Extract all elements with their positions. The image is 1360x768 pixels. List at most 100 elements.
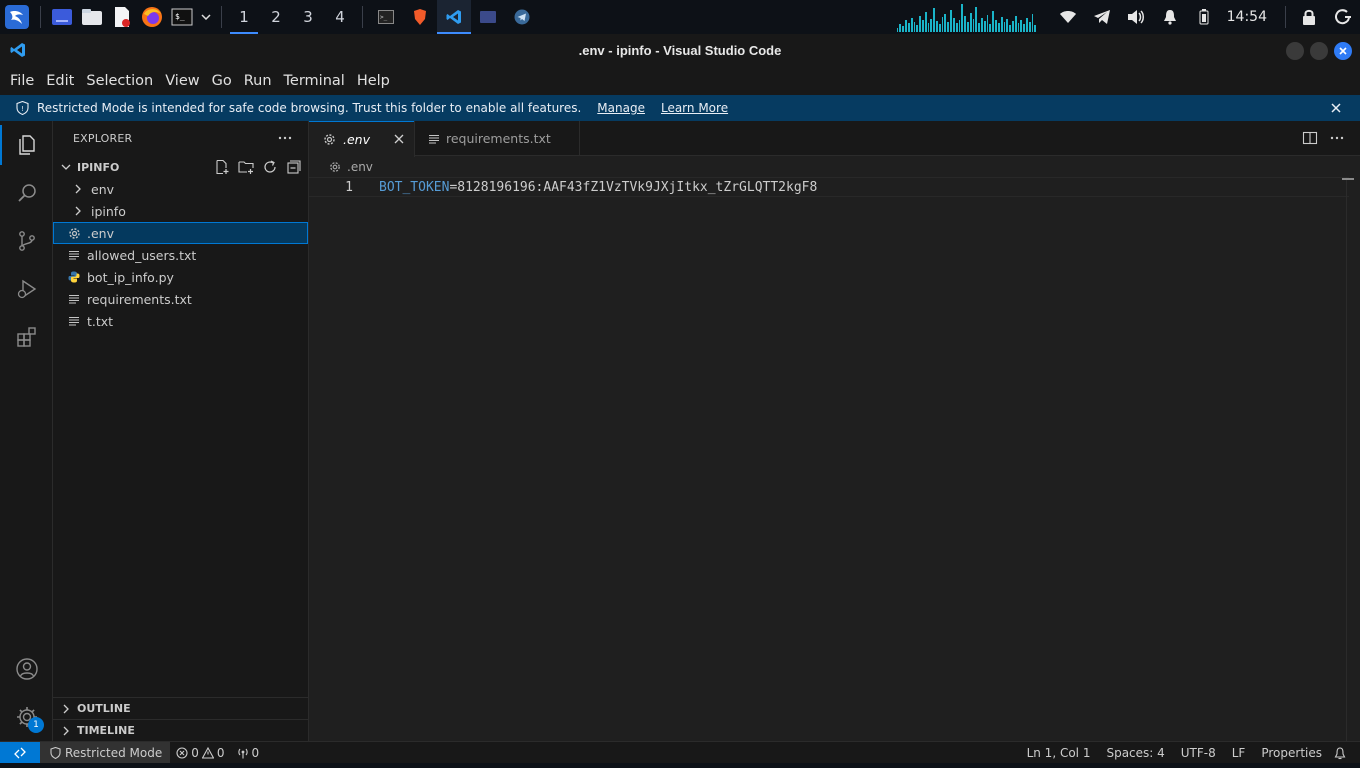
- problems-status[interactable]: 0 0: [170, 746, 230, 760]
- chevron-down-icon: [59, 164, 73, 170]
- battery-icon[interactable]: [1187, 0, 1221, 34]
- task-telegram-icon[interactable]: [505, 0, 539, 34]
- close-window-button[interactable]: [1334, 42, 1352, 60]
- menu-selection[interactable]: Selection: [80, 67, 159, 95]
- firefox-icon[interactable]: [137, 0, 167, 34]
- menu-go[interactable]: Go: [206, 67, 238, 95]
- tab-label: .env: [343, 131, 370, 147]
- cpu-graph-bar: [952, 18, 955, 32]
- tree-item-bot-ip-info[interactable]: bot_ip_info.py: [53, 266, 308, 288]
- task-vscode-icon[interactable]: [437, 0, 471, 34]
- close-tab-icon[interactable]: [394, 134, 404, 144]
- chevron-right-icon: [59, 704, 73, 714]
- menu-edit[interactable]: Edit: [40, 67, 80, 95]
- text-file-icon: [67, 248, 81, 262]
- tree-item-dotenv[interactable]: .env: [53, 222, 308, 244]
- vertical-scrollbar[interactable]: [1346, 177, 1360, 741]
- volume-icon[interactable]: [1119, 0, 1153, 34]
- cpu-graph-bar: [919, 16, 921, 32]
- clock[interactable]: 14:54: [1221, 9, 1279, 25]
- workspace-2[interactable]: 2: [260, 0, 292, 34]
- task-window-icon[interactable]: [471, 0, 505, 34]
- source-control-icon[interactable]: [0, 217, 53, 265]
- ports-status[interactable]: 0: [231, 746, 266, 760]
- task-terminal-icon[interactable]: >_: [369, 0, 403, 34]
- new-file-icon[interactable]: [214, 159, 230, 178]
- terminal-icon[interactable]: $_: [167, 0, 197, 34]
- workspace-3[interactable]: 3: [292, 0, 324, 34]
- logout-icon[interactable]: [1326, 0, 1360, 34]
- vscode-logo-icon: [10, 42, 26, 62]
- indentation[interactable]: Spaces: 4: [1098, 746, 1172, 760]
- remote-indicator-icon[interactable]: [0, 741, 40, 764]
- menu-file[interactable]: File: [4, 67, 40, 95]
- search-icon[interactable]: [0, 169, 53, 217]
- warning-icon: [201, 746, 214, 759]
- restricted-mode-status[interactable]: Restricted Mode: [40, 741, 171, 764]
- workspace-4[interactable]: 4: [324, 0, 356, 34]
- cpu-graph-bar: [896, 28, 899, 32]
- maximize-button[interactable]: [1310, 42, 1328, 60]
- file-manager-icon[interactable]: [77, 0, 107, 34]
- settings-badge: 1: [28, 717, 44, 733]
- collapse-all-icon[interactable]: [286, 159, 302, 178]
- folder-header[interactable]: IPINFO: [53, 156, 308, 178]
- tree-item-env[interactable]: env: [53, 178, 308, 200]
- notification-bell-icon[interactable]: [1153, 0, 1187, 34]
- cursor-position[interactable]: Ln 1, Col 1: [1019, 746, 1099, 760]
- encoding[interactable]: UTF-8: [1173, 746, 1224, 760]
- more-actions-icon[interactable]: [278, 131, 292, 148]
- tree-item-allowed-users[interactable]: allowed_users.txt: [53, 244, 308, 266]
- tab-dotenv[interactable]: .env: [309, 121, 415, 157]
- learn-more-link[interactable]: Learn More: [661, 101, 728, 115]
- taskbar-separator: [40, 6, 41, 28]
- minimize-button[interactable]: [1286, 42, 1304, 60]
- timeline-section-header[interactable]: TIMELINE: [53, 719, 309, 741]
- text-editor-icon[interactable]: [107, 0, 137, 34]
- cpu-graph-bar: [981, 18, 983, 32]
- cpu-graph-bar: [1028, 22, 1031, 32]
- more-actions-icon[interactable]: [1330, 130, 1344, 150]
- tree-item-t-txt[interactable]: t.txt: [53, 310, 308, 332]
- taskbar-separator: [362, 6, 363, 28]
- cpu-graph-bar: [1023, 24, 1026, 32]
- run-debug-icon[interactable]: [0, 265, 53, 313]
- breadcrumb-file[interactable]: .env: [347, 160, 373, 174]
- workspace-1[interactable]: 1: [228, 0, 260, 34]
- chevron-down-icon[interactable]: [197, 0, 215, 34]
- notifications-bell-icon[interactable]: [1330, 746, 1350, 760]
- close-icon[interactable]: [1328, 100, 1344, 116]
- cpu-graph-bar: [941, 17, 944, 32]
- tab-requirements[interactable]: requirements.txt: [415, 121, 580, 156]
- task-brave-icon[interactable]: [403, 0, 437, 34]
- svg-text:>_: >_: [380, 14, 388, 21]
- extensions-icon[interactable]: [0, 313, 53, 361]
- shield-icon: [50, 746, 61, 759]
- language-mode[interactable]: Properties: [1253, 746, 1330, 760]
- code-line[interactable]: 1 BOT_TOKEN=8128196196:AAF43fZ1VzTVk9JXj…: [309, 177, 1349, 197]
- menu-bar: File Edit Selection View Go Run Terminal…: [0, 67, 1360, 95]
- menu-view[interactable]: View: [159, 67, 205, 95]
- explorer-icon[interactable]: [0, 121, 53, 169]
- account-icon[interactable]: [0, 645, 53, 693]
- tree-item-label: requirements.txt: [87, 291, 192, 307]
- refresh-icon[interactable]: [262, 159, 278, 178]
- manage-gear-icon[interactable]: 1: [0, 693, 53, 741]
- menu-run[interactable]: Run: [238, 67, 278, 95]
- code-text[interactable]: BOT_TOKEN=8128196196:AAF43fZ1VzTVk9JXjIt…: [379, 180, 817, 195]
- outline-section-header[interactable]: OUTLINE: [53, 697, 309, 719]
- kali-menu-icon[interactable]: [0, 0, 34, 34]
- lock-screen-icon[interactable]: [1292, 0, 1326, 34]
- end-of-line[interactable]: LF: [1224, 746, 1254, 760]
- wifi-icon[interactable]: [1051, 0, 1085, 34]
- workspace-switcher-icon[interactable]: [47, 0, 77, 34]
- menu-help[interactable]: Help: [351, 67, 396, 95]
- tree-item-ipinfo[interactable]: ipinfo: [53, 200, 308, 222]
- split-editor-icon[interactable]: [1302, 130, 1318, 150]
- new-folder-icon[interactable]: [238, 159, 254, 178]
- manage-link[interactable]: Manage: [597, 101, 645, 115]
- telegram-tray-icon[interactable]: [1085, 0, 1119, 34]
- tree-item-requirements[interactable]: requirements.txt: [53, 288, 308, 310]
- menu-terminal[interactable]: Terminal: [278, 67, 351, 95]
- cpu-graph-bar: [995, 20, 997, 32]
